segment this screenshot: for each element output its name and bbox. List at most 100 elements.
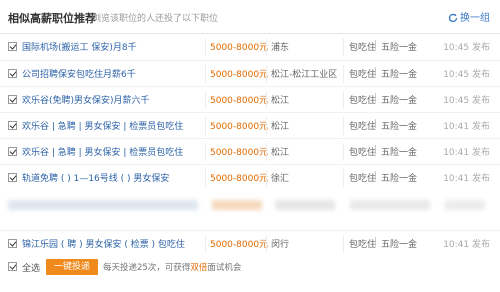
refresh-button[interactable]: 换一组 [448,9,490,24]
column-divider [205,235,206,253]
job-title-link[interactable]: 国际机场(搬运工 保安)月8千 [22,40,137,53]
post-time: 10:41 发布 [443,174,490,184]
salary: 5000-8000元 [210,174,269,184]
select-all-checkbox[interactable] [8,262,17,271]
location: 松江 [271,96,290,106]
salary: 5000-8000元 [210,240,269,250]
column-divider [266,117,267,135]
checkbox-checked-icon[interactable] [8,173,17,182]
blurred-row-location [275,200,335,210]
column-divider [205,38,206,56]
column-divider [266,38,267,56]
blurred-row-salary [212,200,262,210]
salary: 5000-8000元 [210,96,269,106]
benefit-separator: | [374,67,378,77]
checkbox-checked-icon[interactable] [8,69,17,78]
job-title-link[interactable]: 欢乐谷 | 急聘 | 男女保安 | 检票员包吃住 [22,145,183,158]
benefit-lodging: 包吃住 [349,148,377,158]
salary: 5000-8000元 [210,148,269,158]
benefit-lodging: 包吃住 [349,122,377,132]
job-row: 锦江乐园 ( 聘 ) 男女保安 ( 检票 ) 包吃住 5000-8000元 闵行… [0,230,500,256]
benefit-separator: | [374,40,378,50]
benefit-insurance: 五险一金 [381,148,418,158]
blurred-row-time [445,200,485,210]
location: 闵行 [271,240,290,250]
job-title-link[interactable]: 公司招聘保安包吃住月薪6千 [22,67,136,80]
column-divider [205,91,206,109]
apply-footer: 全选 一键投递 每天投递25次，可获得双倍面试机会 [0,256,500,278]
apply-note-suffix: 面试机会 [207,263,242,273]
column-divider [343,169,344,187]
post-time: 10:45 发布 [443,43,490,53]
column-divider [343,91,344,109]
checkbox-checked-icon[interactable] [8,121,17,130]
benefit-insurance: 五险一金 [381,96,418,106]
location: 松江-松江工业区 [271,70,338,80]
benefit-insurance: 五险一金 [381,240,418,250]
column-divider [205,143,206,161]
checkbox-checked-icon[interactable] [8,147,17,156]
apply-note: 每天投递25次，可获得双倍面试机会 [103,261,241,273]
checkbox-checked-icon[interactable] [8,239,17,248]
checkbox-checked-icon[interactable] [8,95,17,104]
job-row: 欢乐谷(免聘)男女保安)月薪六千 5000-8000元 松江 包吃住 | 五险一… [0,86,500,112]
location: 松江 [271,122,290,132]
post-time: 10:45 发布 [443,70,490,80]
benefit-lodging: 包吃住 [349,96,377,106]
column-divider [343,235,344,253]
one-click-apply-button[interactable]: 一键投递 [46,259,98,275]
column-divider [205,117,206,135]
job-row: 欢乐谷 | 急聘 | 男女保安 | 检票员包吃住 5000-8000元 松江 包… [0,112,500,138]
column-divider [205,169,206,187]
location: 浦东 [271,43,290,53]
column-divider [343,143,344,161]
location: 松江 [271,148,290,158]
benefit-insurance: 五险一金 [381,122,418,132]
salary: 5000-8000元 [210,43,269,53]
benefit-separator: | [374,119,378,129]
benefit-lodging: 包吃住 [349,43,377,53]
post-time: 10:41 发布 [443,148,490,158]
benefit-lodging: 包吃住 [349,240,377,250]
benefit-separator: | [374,145,378,155]
benefit-insurance: 五险一金 [381,43,418,53]
section-subtitle: 浏览该职位的人还投了以下职位 [92,14,219,24]
location: 徐汇 [271,174,290,184]
job-title-link[interactable]: 欢乐谷 | 急聘 | 男女保安 | 检票员包吃住 [22,119,183,132]
benefit-separator: | [374,171,378,181]
select-all-label: 全选 [22,264,41,274]
salary: 5000-8000元 [210,122,269,132]
job-title-link[interactable]: 轨道免聘 ( ) 1—16号线 ( ) 男女保安 [22,171,169,184]
column-divider [343,117,344,135]
column-divider [343,65,344,83]
apply-note-highlight: 双倍 [190,263,208,273]
refresh-icon [448,13,458,23]
refresh-label: 换一组 [460,13,490,24]
benefit-separator: | [374,93,378,103]
section-title: 相似高薪职位推荐 [8,12,96,25]
apply-note-prefix: 每天投递25次，可获得 [103,263,191,273]
column-divider [266,143,267,161]
post-time: 10:45 发布 [443,96,490,106]
blurred-row-benefits [350,200,430,210]
salary: 5000-8000元 [210,70,269,80]
post-time: 10:41 发布 [443,122,490,132]
job-row: 国际机场(搬运工 保安)月8千 5000-8000元 浦东 包吃住 | 五险一金… [0,34,500,60]
benefit-separator: | [374,237,378,247]
column-divider [205,65,206,83]
recommend-header: 相似高薪职位推荐 浏览该职位的人还投了以下职位 换一组 [0,0,500,34]
job-title-link[interactable]: 锦江乐园 ( 聘 ) 男女保安 ( 检票 ) 包吃住 [22,237,185,250]
job-title-link[interactable]: 欢乐谷(免聘)男女保安)月薪六千 [22,93,150,106]
job-row: 欢乐谷 | 急聘 | 男女保安 | 检票员包吃住 5000-8000元 松江 包… [0,138,500,164]
post-time: 10:41 发布 [443,240,490,250]
column-divider [266,65,267,83]
column-divider [266,169,267,187]
job-list: 国际机场(搬运工 保安)月8千 5000-8000元 浦东 包吃住 | 五险一金… [0,34,500,256]
blurred-row-title [8,200,198,210]
benefit-insurance: 五险一金 [381,174,418,184]
checkbox-checked-icon[interactable] [8,42,17,51]
column-divider [266,91,267,109]
column-divider [266,235,267,253]
column-divider [343,38,344,56]
benefit-lodging: 包吃住 [349,70,377,80]
